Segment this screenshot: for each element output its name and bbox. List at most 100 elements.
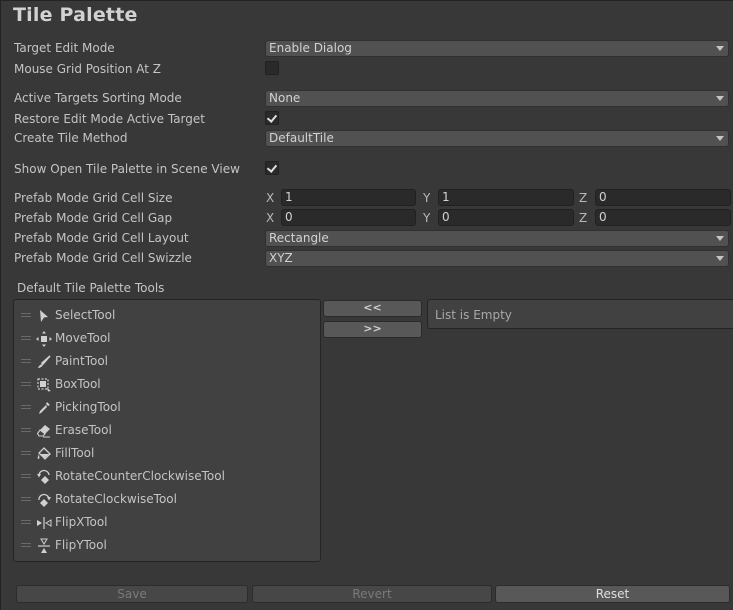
target-edit-mode-dropdown[interactable]: Enable Dialog xyxy=(265,40,729,57)
available-tools-list: List is Empty xyxy=(427,299,733,329)
show-open-tile-palette-label: Show Open Tile Palette in Scene View xyxy=(14,162,240,176)
chevron-down-icon xyxy=(716,236,724,241)
list-item[interactable]: RotateClockwiseTool xyxy=(14,489,320,512)
move-icon xyxy=(36,331,52,347)
create-tile-method-label: Create Tile Method xyxy=(14,131,128,145)
save-button[interactable]: Save xyxy=(16,585,248,603)
list-item[interactable]: SelectTool xyxy=(14,305,320,328)
tool-name: PaintTool xyxy=(55,354,109,368)
flip-x-icon xyxy=(37,517,52,529)
eyedropper-icon xyxy=(39,402,50,414)
cell-layout-label: Prefab Mode Grid Cell Layout xyxy=(14,231,189,245)
flip-y-icon xyxy=(38,538,50,553)
cell-layout-dropdown[interactable]: Rectangle xyxy=(265,230,729,247)
checkmark-icon xyxy=(266,112,278,123)
empty-list-text: List is Empty xyxy=(435,308,512,322)
box-select-icon xyxy=(37,378,51,392)
eraser-icon xyxy=(36,425,50,438)
cell-size-y-field[interactable]: 1 xyxy=(438,189,574,206)
drag-handle-icon[interactable] xyxy=(21,428,31,432)
show-open-tile-palette-checkbox[interactable] xyxy=(265,161,279,175)
restore-edit-mode-label: Restore Edit Mode Active Target xyxy=(14,112,205,126)
drag-handle-icon[interactable] xyxy=(21,359,31,363)
list-item[interactable]: FillTool xyxy=(14,443,320,466)
cell-layout-row: Prefab Mode Grid Cell Layout Rectangle xyxy=(1,229,733,249)
cell-size-z-label: Z xyxy=(579,191,588,205)
drag-handle-icon[interactable] xyxy=(21,497,31,501)
drag-handle-icon[interactable] xyxy=(21,336,31,340)
revert-button[interactable]: Revert xyxy=(252,585,492,603)
default-tools-list: SelectTool MoveTool PaintTool BoxTool Pi… xyxy=(13,299,321,562)
chevron-down-icon xyxy=(716,46,724,51)
list-item[interactable]: FlipXTool xyxy=(14,512,320,535)
list-item[interactable]: PickingTool xyxy=(14,397,320,420)
list-item[interactable]: RotateCounterClockwiseTool xyxy=(14,466,320,489)
tool-name: BoxTool xyxy=(55,377,101,391)
page-title: Tile Palette xyxy=(13,4,138,26)
dropdown-value: XYZ xyxy=(269,251,293,265)
cell-size-y-label: Y xyxy=(423,191,431,205)
tool-name: SelectTool xyxy=(55,308,116,322)
cell-gap-z-field[interactable]: 0 xyxy=(595,209,731,226)
cell-size-row: Prefab Mode Grid Cell Size X 1 Y 1 Z 0 xyxy=(1,189,733,209)
paint-brush-icon xyxy=(38,355,51,368)
cell-size-z-field[interactable]: 0 xyxy=(595,189,731,206)
drag-handle-icon[interactable] xyxy=(21,405,31,409)
drag-handle-icon[interactable] xyxy=(21,313,31,317)
dropdown-value: Rectangle xyxy=(269,231,329,245)
cell-size-x-field[interactable]: 1 xyxy=(281,189,416,206)
dropdown-value: DefaultTile xyxy=(269,131,334,145)
chevron-down-icon xyxy=(716,136,724,141)
cell-gap-y-field[interactable]: 0 xyxy=(438,209,574,226)
tile-palette-preferences-panel: Tile Palette Target Edit Mode Enable Dia… xyxy=(0,0,733,610)
cell-gap-x-field[interactable]: 0 xyxy=(281,209,416,226)
restore-edit-mode-row: Restore Edit Mode Active Target xyxy=(1,110,733,130)
checkmark-icon xyxy=(266,162,278,173)
tool-name: PickingTool xyxy=(55,400,121,414)
cell-swizzle-dropdown[interactable]: XYZ xyxy=(265,250,729,267)
list-item[interactable]: MoveTool xyxy=(14,328,320,351)
move-right-button[interactable]: >> xyxy=(323,321,422,338)
mouse-grid-position-checkbox[interactable] xyxy=(265,61,279,75)
active-targets-sorting-label: Active Targets Sorting Mode xyxy=(14,91,182,105)
cell-gap-x-label: X xyxy=(266,211,275,225)
chevron-down-icon xyxy=(716,256,724,261)
list-item[interactable]: BoxTool xyxy=(14,374,320,397)
list-item[interactable]: PaintTool xyxy=(14,351,320,374)
active-targets-sorting-row: Active Targets Sorting Mode None xyxy=(1,89,733,109)
list-item[interactable]: EraseTool xyxy=(14,420,320,443)
drag-handle-icon[interactable] xyxy=(21,474,31,478)
dropdown-value: Enable Dialog xyxy=(269,41,352,55)
mouse-grid-position-label: Mouse Grid Position At Z xyxy=(14,62,162,76)
list-item[interactable]: FlipYTool xyxy=(14,535,320,558)
tool-name: EraseTool xyxy=(55,423,112,437)
mouse-grid-position-row: Mouse Grid Position At Z xyxy=(1,60,733,80)
drag-handle-icon[interactable] xyxy=(21,543,31,547)
cell-gap-row: Prefab Mode Grid Cell Gap X 0 Y 0 Z 0 xyxy=(1,209,733,229)
rotate-cw-icon xyxy=(38,493,51,507)
move-left-button[interactable]: << xyxy=(323,300,422,317)
restore-edit-mode-checkbox[interactable] xyxy=(265,111,279,125)
tool-name: RotateCounterClockwiseTool xyxy=(55,469,225,483)
select-arrow-icon xyxy=(40,310,48,322)
cell-swizzle-row: Prefab Mode Grid Cell Swizzle XYZ xyxy=(1,249,733,269)
target-edit-mode-row: Target Edit Mode Enable Dialog xyxy=(1,39,733,59)
cell-size-label: Prefab Mode Grid Cell Size xyxy=(14,191,173,205)
cell-gap-z-label: Z xyxy=(579,211,588,225)
dropdown-value: None xyxy=(269,91,301,105)
reset-button[interactable]: Reset xyxy=(495,585,730,603)
chevron-down-icon xyxy=(716,96,724,101)
drag-handle-icon[interactable] xyxy=(21,382,31,386)
create-tile-method-dropdown[interactable]: DefaultTile xyxy=(265,130,729,147)
drag-handle-icon[interactable] xyxy=(21,451,31,455)
tool-name: FillTool xyxy=(55,446,95,460)
drag-handle-icon[interactable] xyxy=(21,520,31,524)
active-targets-sorting-dropdown[interactable]: None xyxy=(265,90,729,107)
cell-swizzle-label: Prefab Mode Grid Cell Swizzle xyxy=(14,251,192,265)
show-open-tile-palette-row: Show Open Tile Palette in Scene View xyxy=(1,160,733,180)
cell-gap-label: Prefab Mode Grid Cell Gap xyxy=(14,211,173,225)
tool-name: RotateClockwiseTool xyxy=(55,492,177,506)
create-tile-method-row: Create Tile Method DefaultTile xyxy=(1,129,733,149)
default-tools-section-label: Default Tile Palette Tools xyxy=(17,281,165,295)
tool-name: FlipXTool xyxy=(55,515,108,529)
